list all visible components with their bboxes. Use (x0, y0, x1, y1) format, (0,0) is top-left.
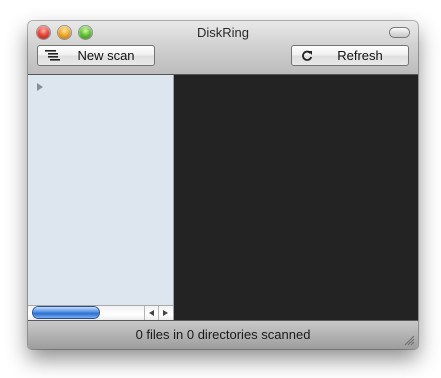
toolbar-toggle-button[interactable] (390, 28, 409, 37)
new-scan-button[interactable]: New scan (37, 45, 155, 66)
directory-outline[interactable] (28, 75, 174, 320)
scrollbar-thumb[interactable] (33, 307, 99, 318)
new-scan-label: New scan (77, 48, 135, 63)
window-title: DiskRing (196, 25, 249, 40)
title-bar: DiskRing New scan Refresh (28, 21, 418, 75)
status-bar: 0 files in 0 directories scanned (28, 320, 418, 349)
horizontal-scrollbar[interactable] (28, 305, 173, 320)
arrow-right-icon (163, 310, 168, 316)
scroll-left-button[interactable] (144, 306, 158, 320)
disclosure-triangle-icon[interactable] (37, 83, 43, 91)
refresh-button[interactable]: Refresh (291, 45, 409, 66)
app-window: DiskRing New scan Refresh 0 files in 0 d… (28, 21, 418, 349)
list-indent-icon (42, 50, 64, 61)
status-text: 0 files in 0 directories scanned (135, 327, 311, 342)
refresh-arrow-icon (296, 50, 318, 62)
refresh-label: Refresh (337, 48, 383, 63)
disk-ring-view[interactable] (174, 75, 418, 320)
arrow-left-icon (149, 310, 154, 316)
scroll-right-button[interactable] (158, 306, 172, 320)
resize-grip-icon[interactable] (404, 335, 415, 346)
